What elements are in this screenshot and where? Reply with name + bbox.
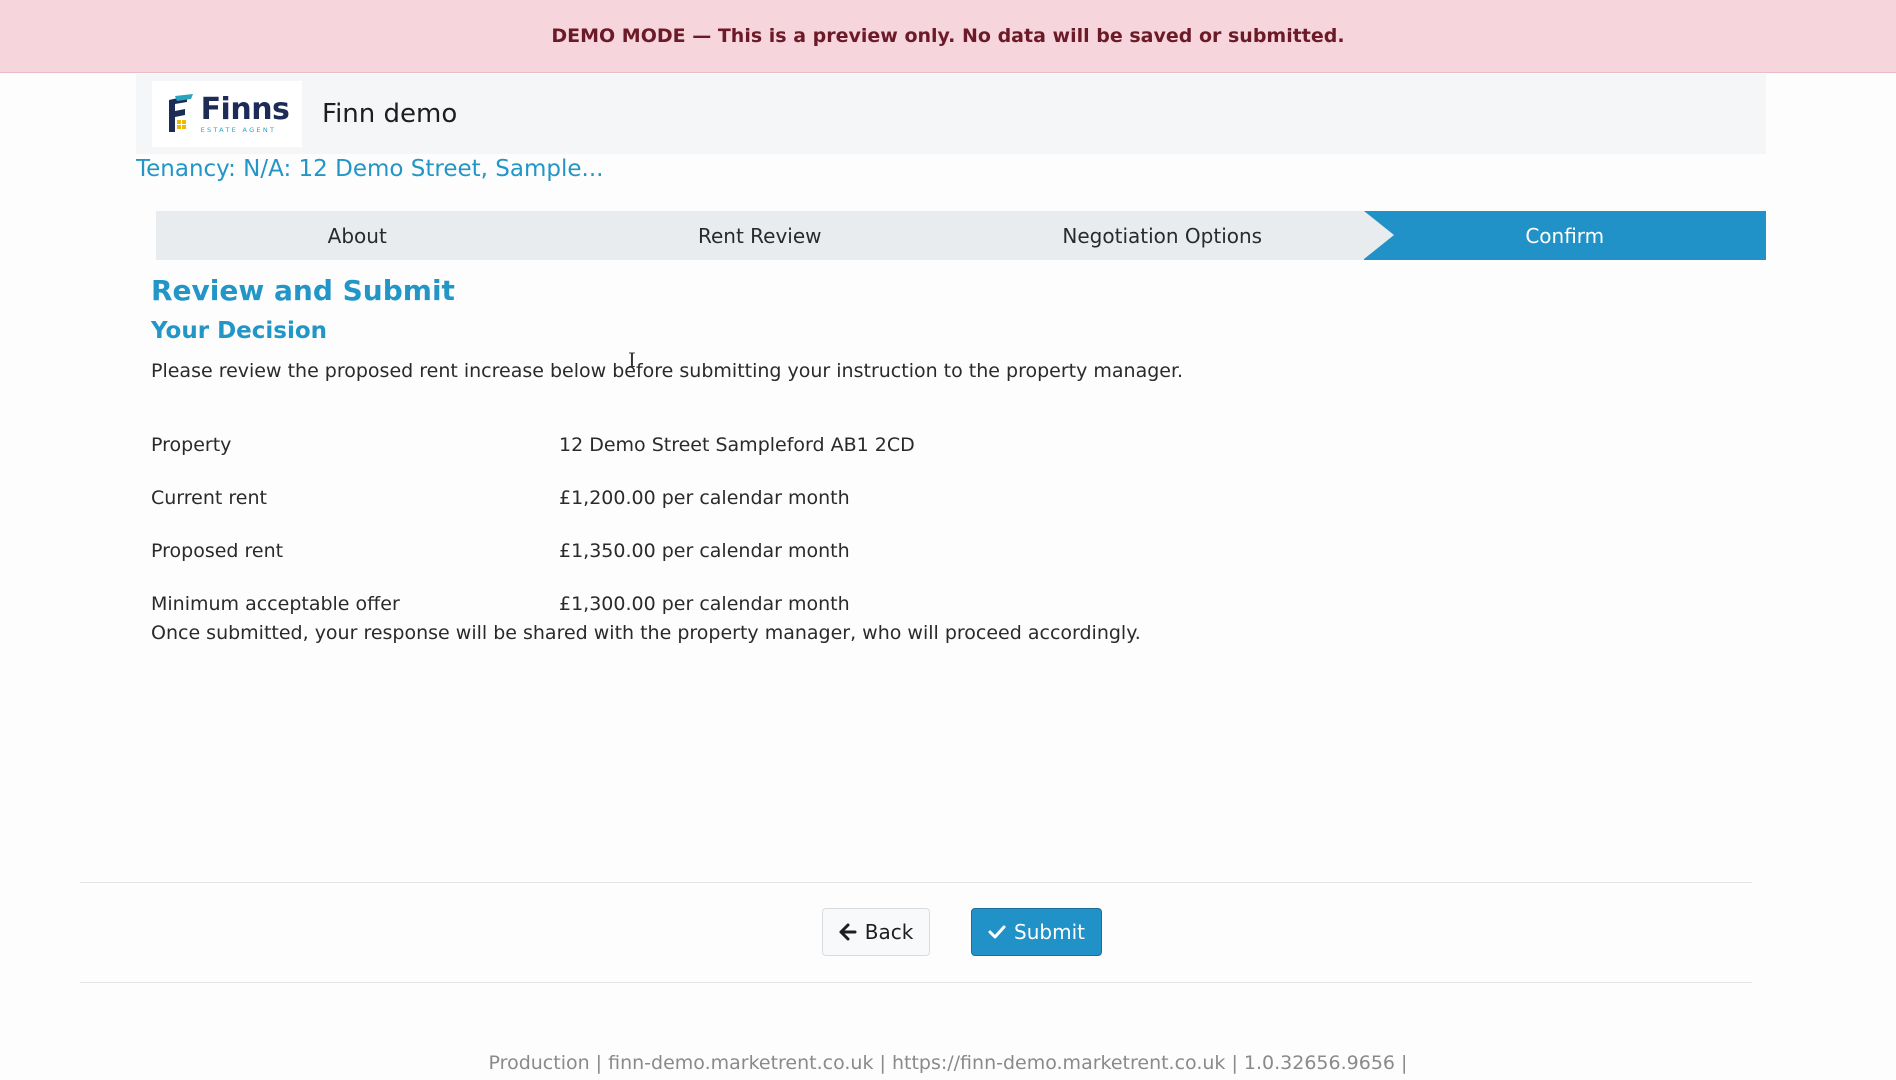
detail-label: Proposed rent [151, 539, 284, 562]
step-negotiation-options[interactable]: Negotiation Options [961, 211, 1364, 260]
step-rent-review[interactable]: Rent Review [559, 211, 962, 260]
submit-button-label: Submit [1014, 920, 1085, 944]
check-icon [988, 925, 1006, 939]
footer-info: Production | finn-demo.marketrent.co.uk … [488, 1052, 1408, 1074]
finns-logo[interactable]: Finns ESTATE AGENT [152, 81, 302, 147]
site-name: Finn demo [322, 99, 458, 129]
page-title: Review and Submit [151, 274, 455, 307]
detail-value: £1,350.00 per calendar month [559, 539, 850, 562]
review-details: Property 12 Demo Street Sampleford AB1 2… [151, 418, 1051, 630]
arrow-left-icon [839, 923, 857, 941]
demo-mode-text: DEMO MODE — This is a preview only. No d… [551, 25, 1345, 47]
divider-top [80, 882, 1752, 883]
finns-f-logo-icon [168, 94, 193, 132]
outro-text: Once submitted, your response will be sh… [151, 622, 1141, 644]
back-button[interactable]: Back [822, 908, 930, 956]
progress-steps: About Rent Review Negotiation Options Co… [156, 211, 1766, 260]
demo-mode-banner: DEMO MODE — This is a preview only. No d… [0, 0, 1896, 73]
back-button-label: Back [864, 920, 914, 944]
divider-bottom [80, 982, 1752, 983]
site-header: Finns ESTATE AGENT Finn demo [136, 74, 1766, 154]
section-subtitle: Your Decision [151, 318, 328, 344]
detail-row-property: Property 12 Demo Street Sampleford AB1 2… [151, 418, 1051, 471]
detail-row-proposed-rent: Proposed rent £1,350.00 per calendar mon… [151, 524, 1051, 577]
detail-value: 12 Demo Street Sampleford AB1 2CD [559, 433, 915, 456]
intro-text: Please review the proposed rent increase… [151, 360, 1184, 382]
step-confirm-label: Confirm [1525, 223, 1605, 248]
tenancy-title: Tenancy: N/A: 12 Demo Street, Sample... [136, 156, 604, 182]
detail-value: £1,200.00 per calendar month [559, 486, 850, 509]
detail-label: Property [151, 433, 232, 456]
logo-tagline: ESTATE AGENT [200, 125, 277, 134]
logo-mark: Finns ESTATE AGENT [165, 94, 290, 134]
logo-text: Finns ESTATE AGENT [200, 91, 290, 134]
submit-button[interactable]: Submit [971, 908, 1102, 956]
detail-label: Current rent [151, 486, 267, 509]
detail-row-current-rent: Current rent £1,200.00 per calendar mont… [151, 471, 1051, 524]
detail-value: £1,300.00 per calendar month [559, 592, 850, 615]
step-about[interactable]: About [156, 211, 559, 260]
text-cursor-icon: I [628, 348, 636, 372]
step-confirm[interactable]: Confirm [1363, 211, 1766, 260]
logo-word: Finns [200, 91, 290, 127]
detail-label: Minimum acceptable offer [151, 592, 400, 615]
